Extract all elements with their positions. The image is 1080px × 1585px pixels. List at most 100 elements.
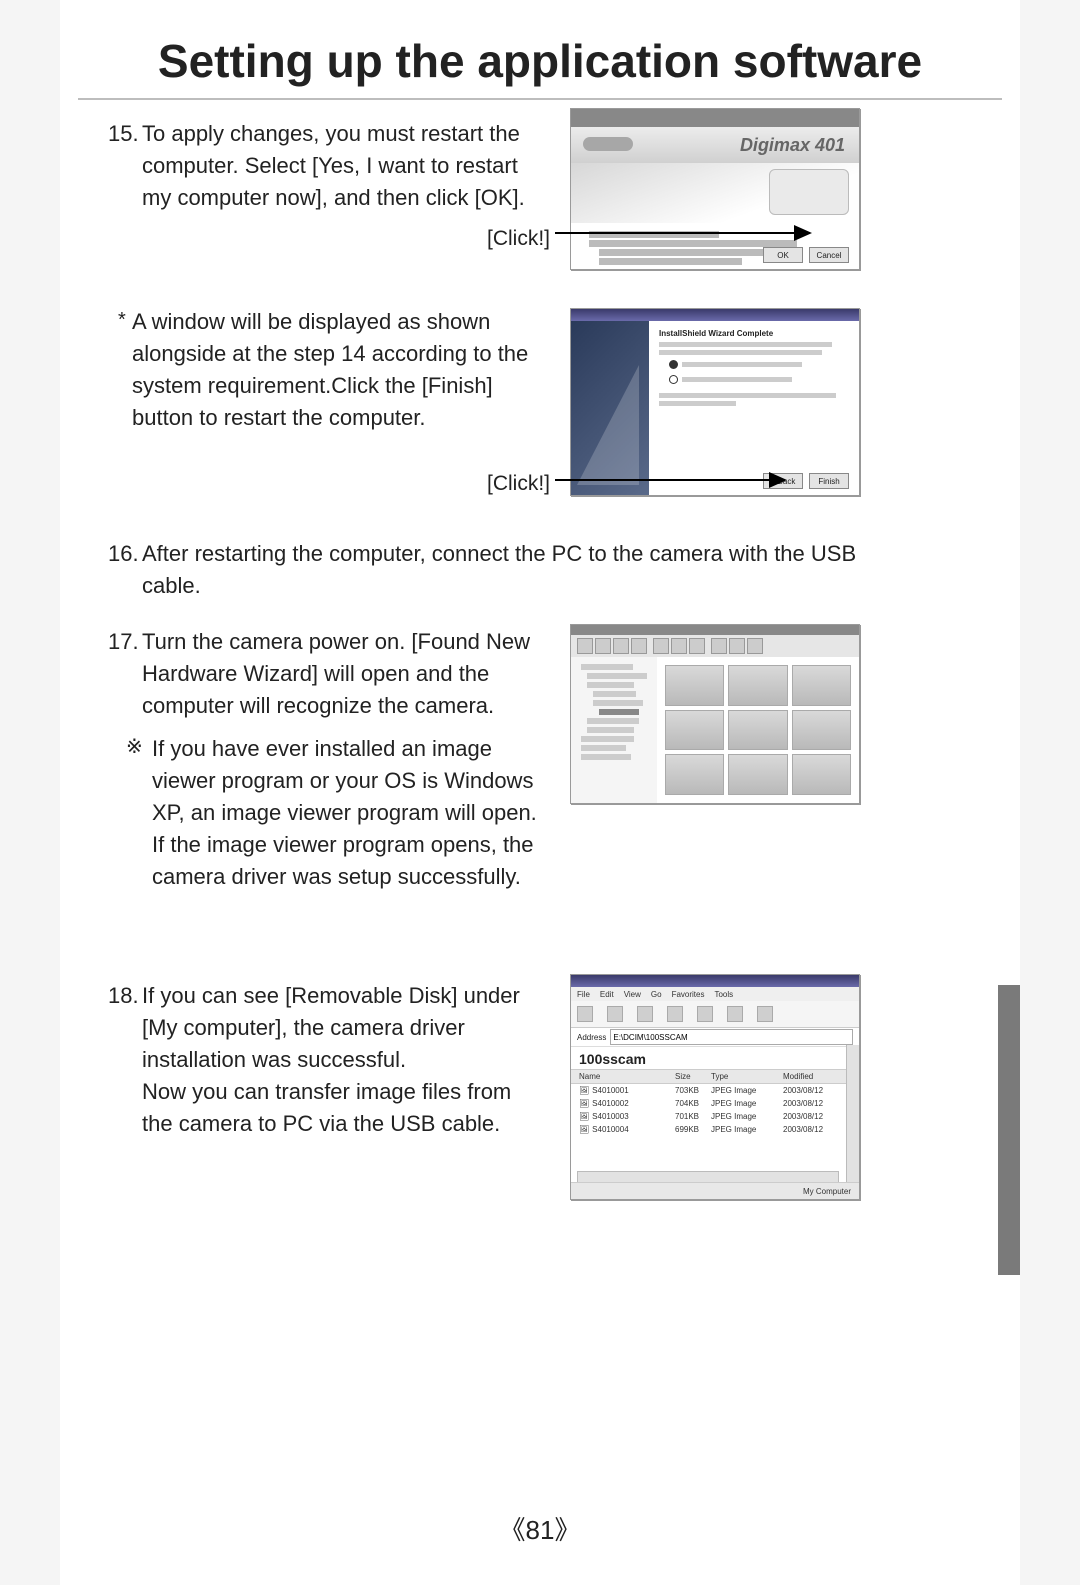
toolbar-icon[interactable]	[689, 638, 705, 654]
step-16-text: After restarting the computer, connect t…	[142, 538, 882, 602]
folder-title: 100sscam	[571, 1047, 859, 1069]
forward-icon[interactable]	[607, 1006, 623, 1022]
menu-item[interactable]: Go	[651, 990, 662, 999]
toolbar-icon[interactable]	[577, 638, 593, 654]
address-label: Address	[577, 1033, 606, 1042]
camera-illustration	[769, 169, 849, 215]
thumbnail[interactable]	[665, 665, 724, 706]
step-15-text: To apply changes, you must restart the c…	[142, 118, 532, 214]
address-bar: Address	[571, 1028, 859, 1047]
toolbar-icon[interactable]	[729, 638, 745, 654]
thumbnail[interactable]	[728, 665, 787, 706]
page-title: Setting up the application software	[80, 28, 1000, 95]
col-name[interactable]: Name	[579, 1072, 675, 1081]
toolbar-icon[interactable]	[631, 638, 647, 654]
radio-dot-icon	[669, 375, 678, 384]
ok-button[interactable]: OK	[763, 247, 803, 263]
col-modified[interactable]: Modified	[783, 1072, 851, 1081]
menu-item[interactable]: Edit	[600, 990, 614, 999]
screenshot-image-viewer	[570, 624, 860, 804]
toolbar-icon[interactable]	[671, 638, 687, 654]
thumbnail[interactable]	[792, 665, 851, 706]
step-15-number: 15.	[108, 118, 139, 150]
status-bar: My Computer	[571, 1182, 859, 1199]
thumbnail[interactable]	[665, 710, 724, 751]
menu-item[interactable]: Tools	[714, 990, 733, 999]
file-name: S4010003	[579, 1112, 675, 1121]
toolbar-icon[interactable]	[747, 638, 763, 654]
window-titlebar	[571, 625, 859, 635]
step14-click-label: [Click!]	[487, 469, 550, 499]
thumbnail[interactable]	[728, 710, 787, 751]
thumbnail[interactable]	[792, 754, 851, 795]
wizard-heading: InstallShield Wizard Complete	[659, 329, 851, 338]
radio-restart-later-label	[682, 377, 792, 382]
step-17-note-mark: ※	[126, 733, 143, 762]
copy-icon[interactable]	[697, 1006, 713, 1022]
col-size[interactable]: Size	[675, 1072, 711, 1081]
thumb-index-tab	[998, 985, 1020, 1275]
step-17-text: Turn the camera power on. [Found New Har…	[142, 626, 547, 722]
file-type: JPEG Image	[711, 1086, 783, 1095]
click-arrow-1	[555, 232, 810, 234]
file-type: JPEG Image	[711, 1112, 783, 1121]
menu-item[interactable]: View	[624, 990, 641, 999]
cut-icon[interactable]	[667, 1006, 683, 1022]
step14-note-asterisk: *	[118, 306, 126, 335]
thumbnail[interactable]	[665, 754, 724, 795]
thumbnail-grid	[657, 657, 859, 803]
status-text: My Computer	[803, 1187, 851, 1196]
file-row[interactable]: S4010003 701KB JPEG Image 2003/08/12	[571, 1110, 859, 1123]
cancel-button[interactable]: Cancel	[809, 247, 849, 263]
undo-icon[interactable]	[757, 1006, 773, 1022]
radio-dot-icon	[669, 360, 678, 369]
toolbar-icon[interactable]	[653, 638, 669, 654]
step14-note-text: A window will be displayed as shown alon…	[132, 306, 537, 434]
file-name: S4010002	[579, 1099, 675, 1108]
window-titlebar	[571, 975, 859, 987]
radio-restart-now[interactable]	[669, 359, 851, 370]
file-size: 701KB	[675, 1112, 711, 1121]
file-size: 703KB	[675, 1086, 711, 1095]
wizard-side-graphic	[571, 321, 649, 495]
up-icon[interactable]	[637, 1006, 653, 1022]
file-row[interactable]: S4010002 704KB JPEG Image 2003/08/12	[571, 1097, 859, 1110]
file-modified: 2003/08/12	[783, 1099, 851, 1108]
file-row[interactable]: S4010004 699KB JPEG Image 2003/08/12	[571, 1123, 859, 1136]
step-17-number: 17.	[108, 626, 139, 658]
menu-item[interactable]: Favorites	[672, 990, 705, 999]
thumbnail[interactable]	[728, 754, 787, 795]
window-titlebar	[571, 109, 859, 127]
menu-item[interactable]: File	[577, 990, 590, 999]
explorer-menu[interactable]: File Edit View Go Favorites Tools	[571, 987, 859, 1001]
toolbar-icon[interactable]	[711, 638, 727, 654]
finish-button[interactable]: Finish	[809, 473, 849, 489]
toolbar-icon[interactable]	[595, 638, 611, 654]
address-input[interactable]	[610, 1029, 853, 1045]
step-15-click-label: [Click!]	[487, 224, 550, 254]
file-list-header[interactable]: Name Size Type Modified	[571, 1069, 859, 1084]
vertical-scrollbar[interactable]	[846, 1045, 859, 1183]
back-icon[interactable]	[577, 1006, 593, 1022]
folder-tree[interactable]	[571, 657, 666, 803]
radio-restart-now-label	[682, 362, 802, 367]
col-type[interactable]: Type	[711, 1072, 783, 1081]
file-size: 704KB	[675, 1099, 711, 1108]
screenshot-digimax-installer: Digimax 401 OK Cancel	[570, 108, 860, 270]
toolbar-icon[interactable]	[613, 638, 629, 654]
paste-icon[interactable]	[727, 1006, 743, 1022]
step-18-text: If you can see [Removable Disk] under [M…	[142, 980, 547, 1139]
file-type: JPEG Image	[711, 1099, 783, 1108]
installer-graphic	[571, 163, 859, 223]
viewer-toolbar	[571, 635, 859, 658]
step-16-number: 16.	[108, 538, 139, 570]
file-modified: 2003/08/12	[783, 1086, 851, 1095]
file-modified: 2003/08/12	[783, 1125, 851, 1134]
thumbnail[interactable]	[792, 710, 851, 751]
brand-text: Digimax 401	[740, 135, 845, 156]
page-number: 《81》	[0, 1510, 1080, 1547]
radio-restart-later[interactable]	[669, 374, 851, 385]
file-modified: 2003/08/12	[783, 1112, 851, 1121]
file-row[interactable]: S4010001 703KB JPEG Image 2003/08/12	[571, 1084, 859, 1097]
file-name: S4010001	[579, 1086, 675, 1095]
